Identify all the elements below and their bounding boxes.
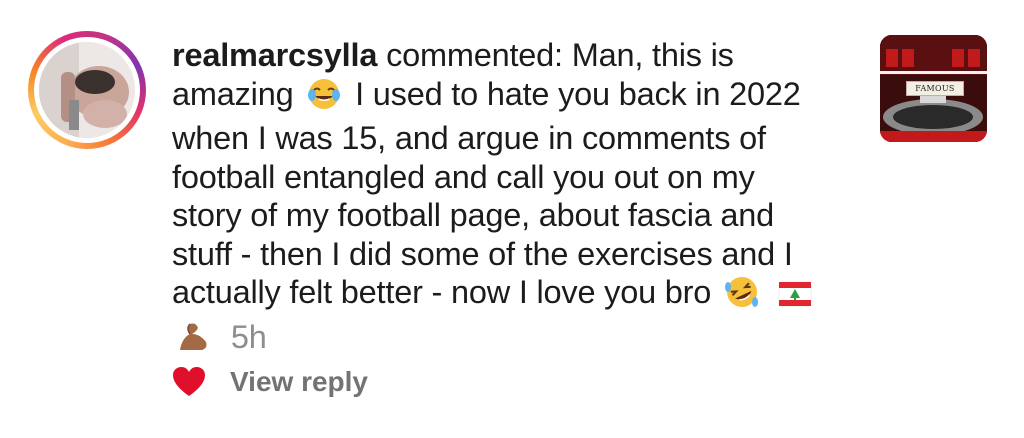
post-thumbnail[interactable]: FAMOUS — [880, 35, 987, 142]
avatar[interactable] — [39, 42, 135, 138]
comment-verb: commented: — [386, 37, 563, 73]
avatar-image — [39, 42, 135, 138]
view-reply-button[interactable]: View reply — [230, 366, 368, 398]
flag-lebanon-icon — [777, 279, 813, 318]
face-with-tears-of-joy-icon — [306, 77, 342, 120]
rolling-on-the-floor-laughing-icon — [724, 275, 760, 318]
comment-username[interactable]: realmarcsylla — [172, 37, 377, 73]
heart-icon[interactable] — [172, 366, 206, 398]
comment-text: realmarcsylla commented: Man, this is am… — [172, 36, 832, 362]
avatar-ring-gap — [34, 37, 140, 143]
thumbnail-label: FAMOUS — [906, 81, 964, 96]
comment-actions: View reply — [172, 364, 368, 400]
avatar-story-ring[interactable] — [28, 31, 146, 149]
comment-timestamp: 5h — [230, 318, 267, 355]
flexed-biceps-icon — [176, 320, 212, 363]
